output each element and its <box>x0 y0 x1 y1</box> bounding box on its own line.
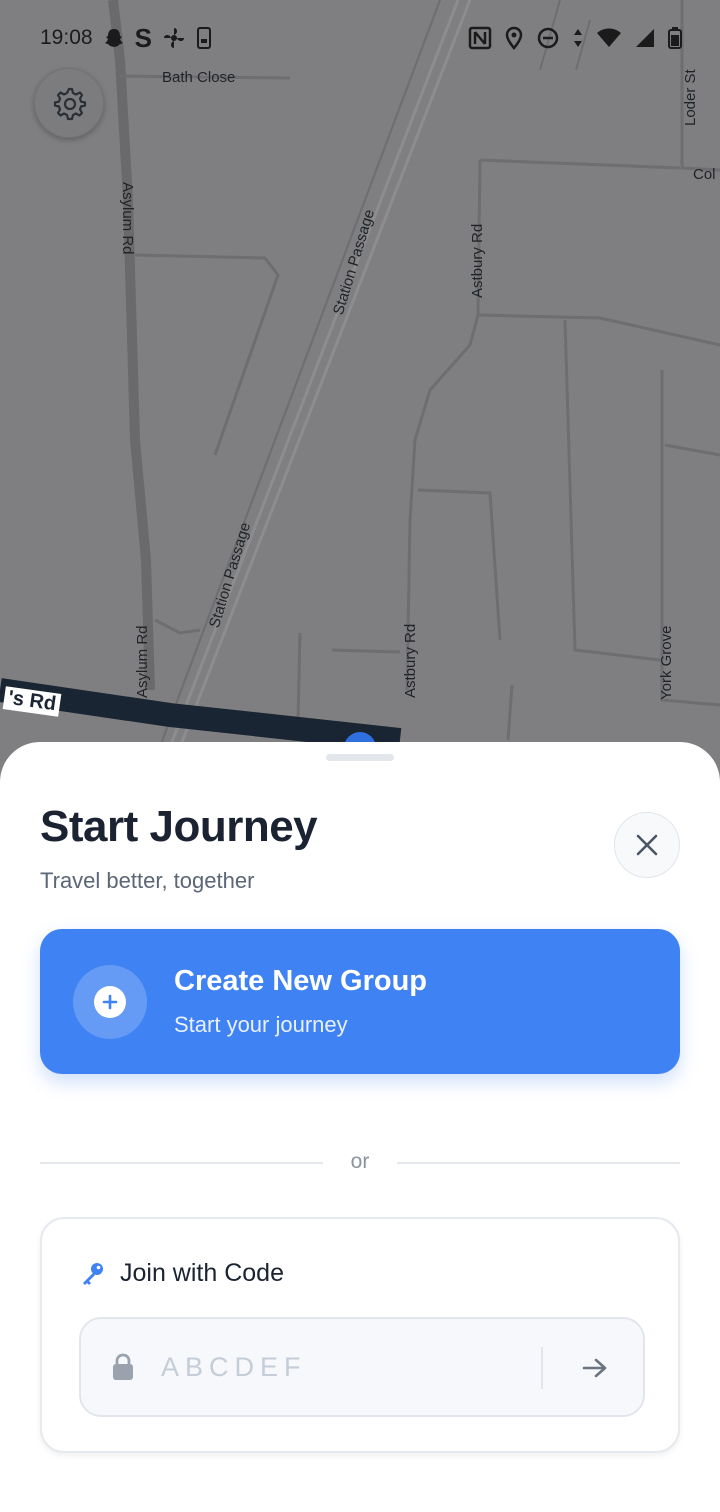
street-label-col: Col <box>693 166 716 183</box>
join-with-code-title: Join with Code <box>120 1259 284 1287</box>
status-time: 19:08 <box>40 26 93 49</box>
code-field <box>79 1317 645 1417</box>
street-label-york-grove: York Grove <box>658 625 675 700</box>
divider-line-right <box>397 1162 680 1164</box>
start-journey-sheet: Start Journey Travel better, together Cr… <box>0 742 720 1512</box>
create-new-group-button[interactable]: Create New Group Start your journey <box>40 929 680 1074</box>
data-arrows-icon <box>574 29 582 47</box>
status-bar: 19:08 S <box>0 0 720 76</box>
gear-icon <box>53 87 87 121</box>
sheet-subtitle: Travel better, together <box>40 868 255 893</box>
sheet-title: Start Journey <box>40 802 318 851</box>
nfc-icon <box>468 26 492 50</box>
key-icon <box>83 1262 103 1285</box>
battery-icon <box>668 27 682 49</box>
location-icon <box>505 26 523 50</box>
close-icon <box>636 834 658 856</box>
create-group-title: Create New Group <box>174 965 427 997</box>
or-divider: or <box>40 1150 680 1176</box>
field-separator <box>541 1347 543 1389</box>
street-label-asylum-rd-lower: Asylum Rd <box>134 625 151 698</box>
plus-circle-icon <box>94 985 126 1018</box>
phone-icon <box>196 27 211 49</box>
street-label-astbury-rd: Astbury Rd <box>469 223 486 298</box>
lock-icon <box>113 1353 133 1380</box>
close-button[interactable] <box>614 812 680 878</box>
wifi-icon <box>597 28 621 47</box>
snapchat-icon <box>104 29 123 47</box>
join-with-code-card: Join with Code <box>40 1217 680 1453</box>
dnd-icon <box>537 27 559 49</box>
street-label-asylum-rd: Asylum Rd <box>119 182 136 255</box>
create-icon-container <box>73 964 147 1039</box>
fan-icon <box>163 28 184 48</box>
create-group-subtitle: Start your journey <box>174 1012 348 1037</box>
street-label-astbury-rd-lower: Astbury Rd <box>402 623 419 698</box>
sheet-grabber[interactable] <box>326 754 394 761</box>
map-roads <box>0 0 720 760</box>
settings-button[interactable] <box>34 68 104 138</box>
arrow-right-icon <box>582 1358 607 1378</box>
street-label-loder-st: Loder St <box>682 69 699 126</box>
code-input[interactable] <box>161 1345 531 1389</box>
signal-icon <box>636 29 654 47</box>
map-view[interactable]: Bath Close Asylum Rd Asylum Rd Station P… <box>0 0 720 760</box>
submit-code-button[interactable] <box>565 1347 625 1389</box>
s-app-icon: S <box>134 22 152 53</box>
